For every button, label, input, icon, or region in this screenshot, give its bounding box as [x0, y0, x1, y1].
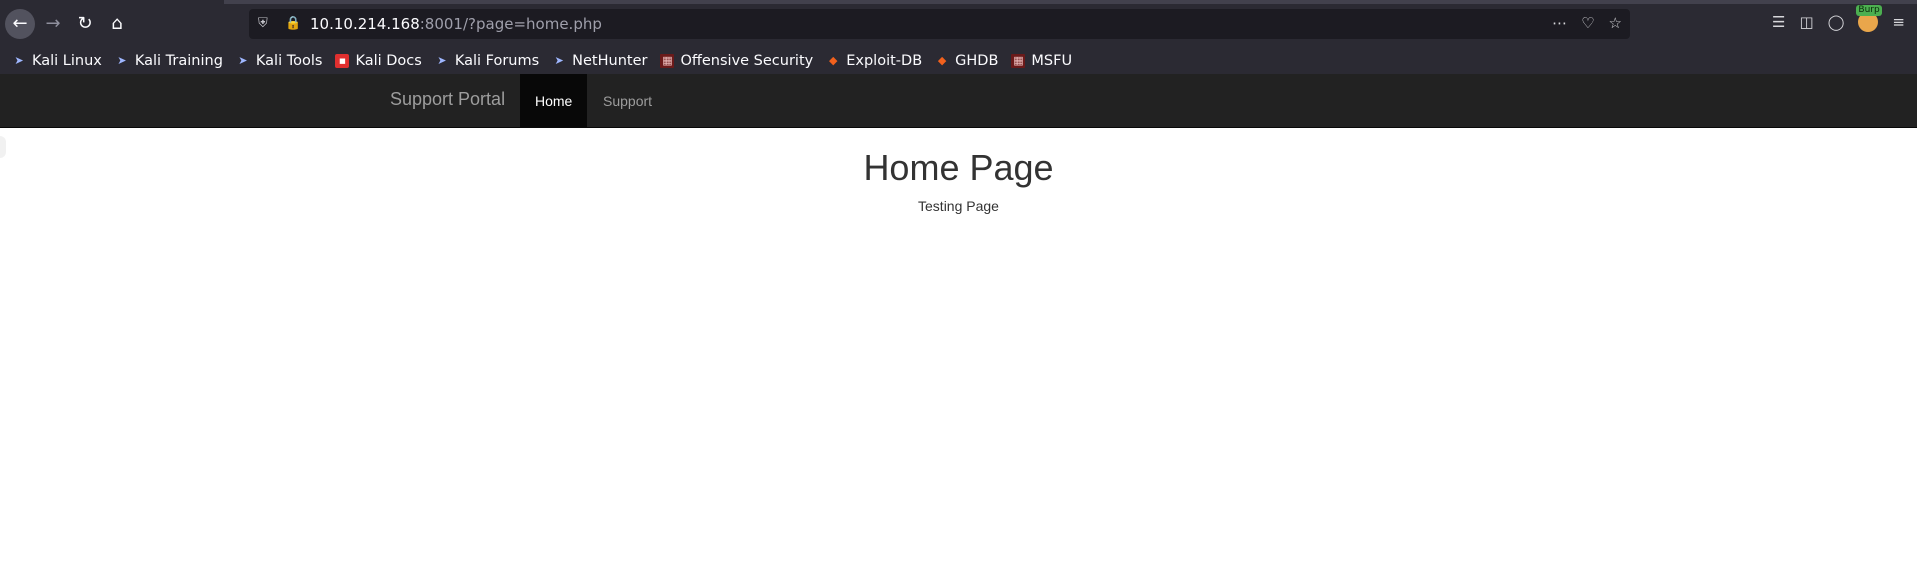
- site-navbar: Support Portal Home Support: [0, 74, 1917, 128]
- insecure-lock-icon[interactable]: 🔒: [285, 16, 301, 32]
- url-text[interactable]: 10.10.214.168:8001/?page=home.php: [310, 15, 602, 33]
- bookmark-label: Kali Linux: [32, 52, 102, 69]
- main-content: Home Page Testing Page: [0, 128, 1917, 214]
- page-text: Testing Page: [918, 197, 999, 214]
- reload-icon[interactable]: ↻: [70, 9, 100, 39]
- bookmark-label: MSFU: [1031, 52, 1073, 69]
- page-actions-icon[interactable]: ⋯: [1552, 14, 1567, 32]
- sidebar-icon[interactable]: ◫: [1799, 13, 1813, 31]
- bookmark-label: Kali Forums: [454, 52, 540, 69]
- bookmark-kali-training[interactable]: ➤ Kali Training: [115, 53, 223, 69]
- page-title: Home Page: [863, 147, 1054, 188]
- account-icon[interactable]: ◯: [1828, 13, 1845, 31]
- kali-docs-icon: ■: [335, 53, 350, 68]
- forward-icon[interactable]: →: [38, 9, 68, 39]
- bookmark-kali-tools[interactable]: ➤ Kali Tools: [236, 52, 323, 69]
- kali-dragon-icon: ➤: [437, 54, 447, 67]
- url-bar[interactable]: ⛨ 🔒 10.10.214.168:8001/?page=home.php ⋯ …: [249, 9, 1630, 39]
- nav-support[interactable]: Support: [588, 74, 667, 127]
- home-icon[interactable]: ⌂: [102, 9, 132, 39]
- exploit-db-icon: ◆: [829, 54, 838, 67]
- bookmark-label: Exploit-DB: [846, 52, 923, 69]
- bookmark-exploit-db[interactable]: ◆ Exploit-DB: [826, 53, 922, 69]
- bookmark-label: Offensive Security: [680, 52, 814, 69]
- bookmark-label: GHDB: [955, 52, 999, 69]
- offsec-icon: ▦: [660, 53, 675, 68]
- tab-strip: [224, 0, 1917, 4]
- burp-extension-icon[interactable]: Burp: [1856, 5, 1882, 32]
- toolbar-right-icons: ☰ ◫ ◯ Burp ≡: [1772, 5, 1917, 32]
- bookmark-ghdb[interactable]: ◆ GHDB: [935, 52, 999, 69]
- nav-home[interactable]: Home: [520, 74, 588, 127]
- star-icon[interactable]: ☆: [1609, 14, 1622, 32]
- browser-toolbar: ← → ↻ ⌂ ⛨ 🔒 10.10.214.168:8001/?page=hom…: [0, 0, 1917, 47]
- bookmark-offensive-security[interactable]: ▦ Offensive Security: [660, 53, 813, 69]
- library-icon[interactable]: ☰: [1772, 13, 1785, 31]
- kali-dragon-icon: ➤: [117, 54, 127, 67]
- url-actions: ⋯ ♡ ☆: [1552, 14, 1622, 32]
- bookmark-kali-forums[interactable]: ➤ Kali Forums: [435, 53, 539, 69]
- back-icon[interactable]: ←: [5, 9, 35, 39]
- bookmark-msfu[interactable]: ▦ MSFU: [1011, 53, 1072, 69]
- shield-icon[interactable]: ⛨: [258, 16, 272, 32]
- bookmark-kali-linux[interactable]: ➤ Kali Linux: [12, 52, 102, 69]
- bookmarks-bar: ➤ Kali Linux ➤ Kali Training ➤ Kali Tools ■…: [0, 47, 1917, 74]
- brand-link[interactable]: Support Portal: [390, 89, 505, 110]
- kali-dragon-icon: ➤: [238, 54, 248, 67]
- url-path: :8001/?page=home.php: [419, 15, 602, 33]
- bookmark-label: Kali Training: [134, 52, 223, 69]
- url-host: 10.10.214.168: [310, 15, 420, 33]
- kali-dragon-icon: ➤: [554, 54, 564, 67]
- bookmark-label: Kali Tools: [255, 52, 323, 69]
- kali-dragon-icon: ➤: [14, 54, 24, 67]
- bookmark-label: NetHunter: [572, 52, 648, 69]
- pocket-icon[interactable]: ♡: [1581, 14, 1594, 32]
- bookmark-label: Kali Docs: [355, 52, 422, 69]
- burp-badge: Burp: [1856, 5, 1882, 16]
- bookmark-kali-docs[interactable]: ■ Kali Docs: [335, 52, 422, 69]
- exploit-db-icon: ◆: [937, 54, 947, 67]
- offsec-icon: ▦: [1011, 53, 1026, 68]
- bookmark-nethunter[interactable]: ➤ NetHunter: [552, 52, 648, 69]
- menu-icon[interactable]: ≡: [1892, 13, 1905, 31]
